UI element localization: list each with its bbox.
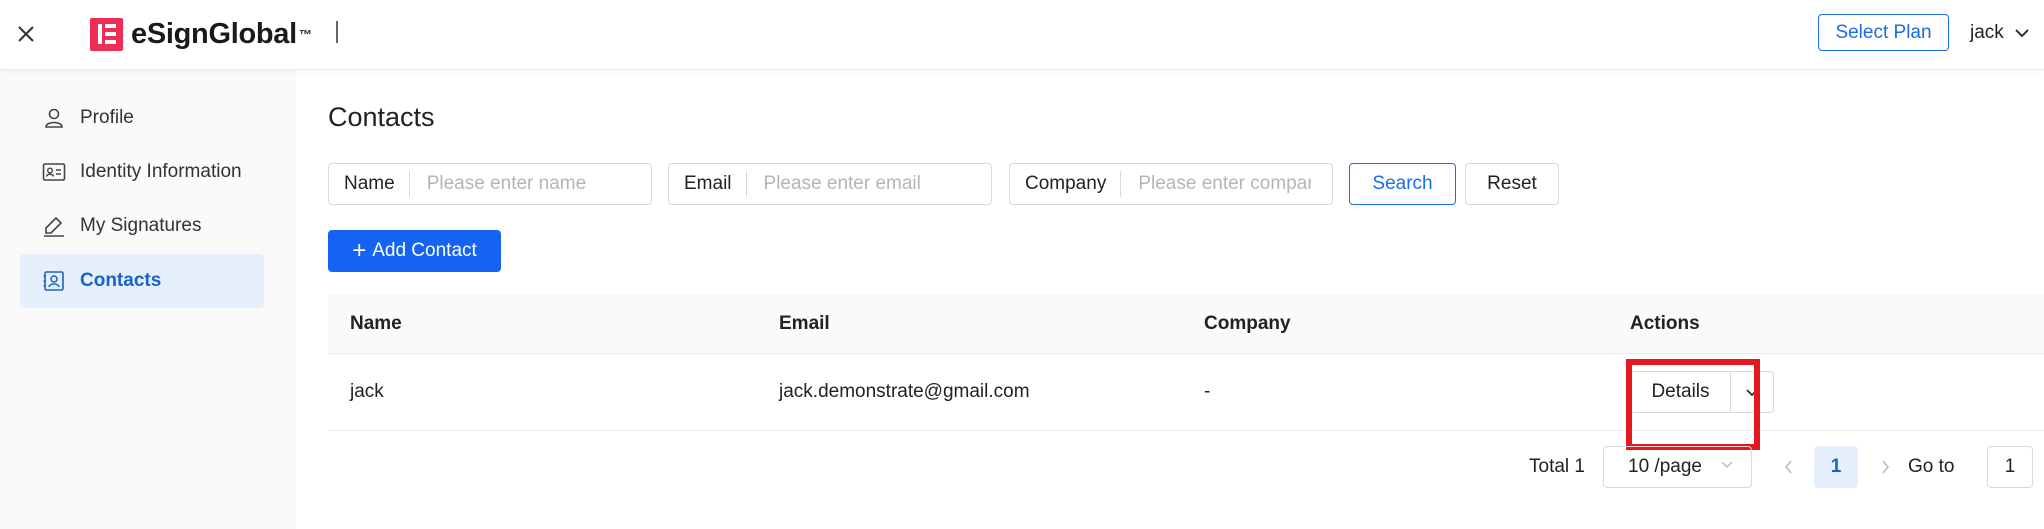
sidebar: Profile Identity Information My Signatur… xyxy=(0,70,296,529)
brand-trademark: ™ xyxy=(298,26,312,42)
main-content: Contacts Name Email Company Search Reset… xyxy=(296,70,2044,529)
email-filter-label: Email xyxy=(669,171,747,197)
chevron-down-icon xyxy=(1721,461,1733,468)
name-search-input[interactable] xyxy=(409,173,630,195)
id-card-icon xyxy=(42,160,66,184)
goto-label: Go to xyxy=(1908,456,1955,477)
contacts-icon xyxy=(42,269,66,293)
sidebar-item-label: Contacts xyxy=(80,270,162,291)
column-header-name: Name xyxy=(350,312,402,334)
company-search-input[interactable] xyxy=(1121,173,1312,195)
select-plan-button[interactable]: Select Plan xyxy=(1818,14,1949,51)
table-row: jack jack.demonstrate@gmail.com - Detail… xyxy=(328,354,2044,431)
page-1-button[interactable]: 1 xyxy=(1814,446,1858,488)
sidebar-item-label: Identity Information xyxy=(80,161,242,182)
sidebar-item-profile[interactable]: Profile xyxy=(20,91,264,145)
contact-name: jack xyxy=(350,381,384,402)
more-actions-dropdown[interactable] xyxy=(1731,371,1774,413)
next-page-button[interactable] xyxy=(1871,446,1899,488)
sidebar-item-label: Profile xyxy=(80,107,134,128)
brand-name: eSignGlobal xyxy=(131,17,297,50)
email-search-input[interactable] xyxy=(746,173,967,195)
user-icon xyxy=(42,106,66,130)
company-filter-label: Company xyxy=(1010,171,1122,197)
column-header-company: Company xyxy=(1204,312,1291,334)
reset-button[interactable]: Reset xyxy=(1465,163,1559,205)
contact-company: - xyxy=(1204,381,1211,402)
goto-page-input[interactable]: 1 xyxy=(1987,446,2033,488)
add-contact-label: Add Contact xyxy=(372,240,477,261)
name-filter: Name xyxy=(328,163,652,205)
details-button[interactable]: Details xyxy=(1630,371,1731,413)
page-title: Contacts xyxy=(328,102,435,132)
header-divider xyxy=(336,21,338,43)
chevron-right-icon xyxy=(1881,460,1889,474)
chevron-down-icon xyxy=(1746,388,1758,396)
name-filter-label: Name xyxy=(329,171,410,197)
chevron-down-icon xyxy=(2015,29,2029,38)
logo-mark-icon xyxy=(90,17,123,51)
email-filter: Email xyxy=(668,163,992,205)
page-size-value: 10 /page xyxy=(1628,456,1702,477)
contact-email: jack.demonstrate@gmail.com xyxy=(779,381,1030,402)
page-size-select[interactable]: 10 /page xyxy=(1603,446,1752,488)
brand-logo[interactable]: eSignGlobal ™ xyxy=(90,17,312,51)
top-header: eSignGlobal ™ Select Plan jack xyxy=(0,0,2044,70)
sidebar-item-contacts[interactable]: Contacts xyxy=(20,254,264,308)
user-name: jack xyxy=(1970,22,2004,43)
column-header-actions: Actions xyxy=(1630,312,1700,334)
chevron-left-icon xyxy=(1784,460,1792,474)
sidebar-item-label: My Signatures xyxy=(80,215,202,236)
prev-page-button[interactable] xyxy=(1774,446,1802,488)
contacts-table: Name Email Company Actions jack jack.dem… xyxy=(328,294,2044,450)
details-button-group: Details xyxy=(1630,371,1774,413)
sidebar-item-identity-information[interactable]: Identity Information xyxy=(20,145,264,199)
plus-icon: + xyxy=(352,237,367,264)
search-button[interactable]: Search xyxy=(1349,163,1456,205)
company-filter: Company xyxy=(1009,163,1333,205)
pagination-total: Total 1 xyxy=(1529,456,1585,477)
signature-icon xyxy=(42,214,66,238)
sidebar-item-my-signatures[interactable]: My Signatures xyxy=(20,199,264,253)
close-icon[interactable] xyxy=(12,20,40,48)
add-contact-button[interactable]: + Add Contact xyxy=(328,230,501,272)
user-menu[interactable]: jack xyxy=(1970,19,2030,47)
column-header-email: Email xyxy=(779,312,830,334)
table-header: Name Email Company Actions xyxy=(328,294,2044,354)
